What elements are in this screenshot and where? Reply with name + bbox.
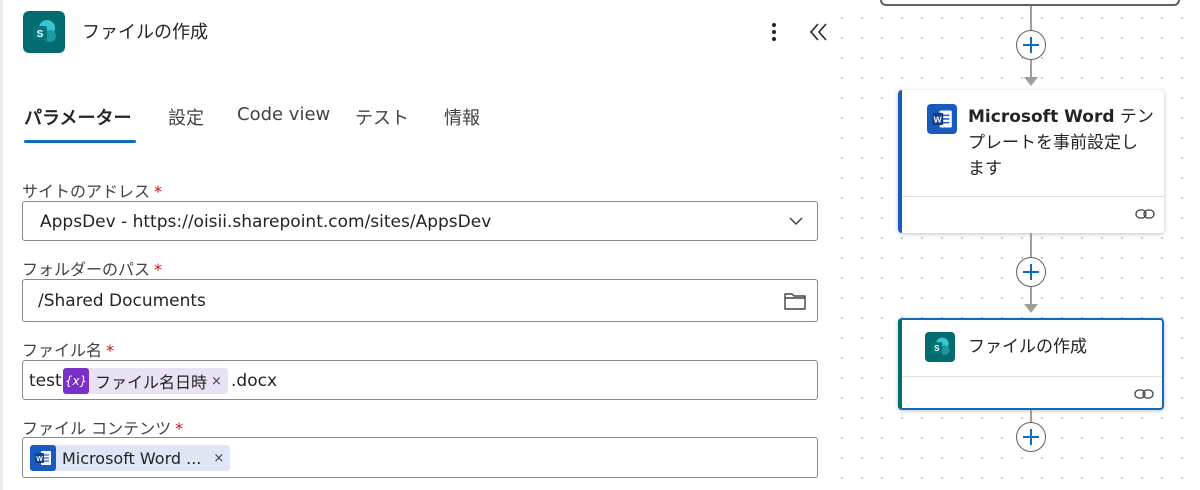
word-icon: W <box>30 445 56 471</box>
folder-icon[interactable] <box>783 290 807 312</box>
plus-icon <box>1023 37 1039 53</box>
file-name-suffix: .docx <box>231 371 278 391</box>
remove-token-button[interactable]: × <box>205 451 230 466</box>
tab-info[interactable]: 情報 <box>444 104 480 130</box>
file-name-input[interactable]: test {x} ファイル名日時 × .docx <box>22 360 818 400</box>
insert-step-button[interactable] <box>1016 30 1046 60</box>
site-address-label: サイトのアドレス * <box>22 178 162 202</box>
folder-path-label-text: フォルダーのパス <box>22 260 151 279</box>
flow-card-create-file[interactable]: S ファイルの作成 <box>898 318 1164 410</box>
dot <box>772 37 776 41</box>
link-icon[interactable] <box>1135 207 1155 221</box>
double-chevron-left-icon <box>809 23 827 41</box>
collapse-panel-button[interactable] <box>806 19 832 45</box>
svg-text:S: S <box>934 344 939 353</box>
tab-parameters[interactable]: パラメーター <box>24 104 131 130</box>
folder-path-label: フォルダーのパス * <box>22 256 162 280</box>
folder-path-input[interactable]: /Shared Documents <box>22 279 818 322</box>
flow-card-word-template[interactable]: W Microsoft Word テンプレートを事前設定します <box>898 90 1164 233</box>
insert-step-button[interactable] <box>1016 257 1046 287</box>
action-details-panel: S ファイルの作成 パラメーター 設定 Code view テスト 情報 サイト… <box>0 0 840 490</box>
tab-code-view[interactable]: Code view <box>237 104 330 125</box>
expression-token-label: ファイル名日時 <box>95 373 208 392</box>
svg-text:S: S <box>37 29 44 40</box>
file-content-label: ファイル コンテンツ * <box>22 415 183 439</box>
required-mark: * <box>154 260 163 279</box>
more-options-button[interactable] <box>763 18 785 46</box>
required-mark: * <box>175 419 184 438</box>
insert-step-button[interactable] <box>1016 422 1046 452</box>
connector-line <box>1030 410 1032 422</box>
file-name-prefix: test <box>29 371 62 391</box>
svg-text:W: W <box>36 456 43 463</box>
connector-line <box>1030 233 1032 257</box>
file-content-input[interactable]: W Microsoft Word ... × <box>22 437 818 478</box>
flow-canvas <box>840 0 1200 490</box>
file-name-label-text: ファイル名 <box>22 341 103 360</box>
active-tab-indicator <box>24 140 136 143</box>
sharepoint-icon: S <box>23 11 65 53</box>
panel-edge <box>0 0 3 490</box>
word-card-title: Microsoft Word テンプレートを事前設定します <box>968 104 1154 182</box>
arrow-down-icon <box>1024 304 1038 313</box>
plus-icon <box>1023 429 1039 445</box>
word-card-title-bold: Microsoft Word <box>968 107 1115 127</box>
required-mark: * <box>106 341 115 360</box>
remove-token-button[interactable]: × <box>211 374 228 389</box>
expression-icon: {x} <box>63 368 89 394</box>
connector-line <box>1030 6 1032 30</box>
create-file-card-title: ファイルの作成 <box>968 337 1087 357</box>
dot <box>772 23 776 27</box>
file-name-label: ファイル名 * <box>22 337 114 361</box>
word-token-label: Microsoft Word ... <box>62 448 202 468</box>
tab-settings[interactable]: 設定 <box>168 104 204 130</box>
connector-line <box>1030 287 1032 305</box>
tab-test[interactable]: テスト <box>355 104 409 130</box>
site-address-dropdown[interactable]: AppsDev - https://oisii.sharepoint.com/s… <box>22 201 818 241</box>
sharepoint-icon: S <box>925 332 955 362</box>
card-divider <box>902 376 1162 377</box>
file-content-label-text: ファイル コンテンツ <box>22 419 172 438</box>
folder-path-value: /Shared Documents <box>38 291 206 311</box>
link-icon[interactable] <box>1134 387 1154 401</box>
card-divider <box>902 196 1164 197</box>
site-address-label-text: サイトのアドレス <box>22 182 151 201</box>
arrow-down-icon <box>1024 77 1038 86</box>
chevron-down-icon[interactable] <box>787 212 805 230</box>
required-mark: * <box>154 182 163 201</box>
site-address-value: AppsDev - https://oisii.sharepoint.com/s… <box>40 212 492 232</box>
expression-token[interactable]: {x} ファイル名日時 × <box>63 368 228 394</box>
connector-line <box>1030 60 1032 78</box>
panel-title: ファイルの作成 <box>82 22 208 43</box>
dot <box>772 30 776 34</box>
word-icon: W <box>927 104 957 134</box>
word-output-token[interactable]: W Microsoft Word ... × <box>30 445 231 471</box>
svg-text:W: W <box>934 115 943 125</box>
plus-icon <box>1023 264 1039 280</box>
